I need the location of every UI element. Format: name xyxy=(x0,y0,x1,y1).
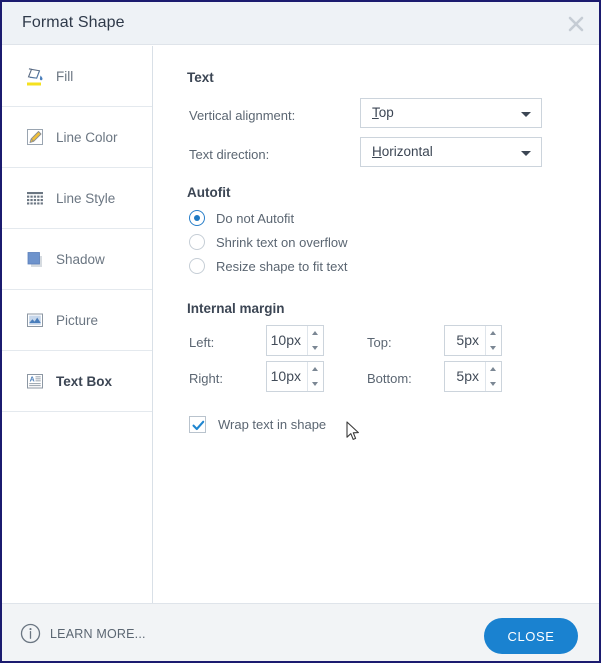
stepper-buttons xyxy=(485,362,501,391)
checkbox-indicator xyxy=(189,416,206,433)
stepper-up-icon[interactable] xyxy=(308,362,323,377)
svg-text:A: A xyxy=(30,377,35,384)
vertical-alignment-accelerator: T xyxy=(372,105,379,120)
stepper-buttons xyxy=(485,326,501,355)
internal-margin-heading: Internal margin xyxy=(187,301,285,316)
margin-left-label: Left: xyxy=(189,335,215,350)
sidebar-item-text-box[interactable]: A Text Box xyxy=(2,351,152,412)
stepper-buttons xyxy=(307,362,323,391)
learn-more-label: LEARN MORE... xyxy=(50,626,146,641)
sidebar-empty-area xyxy=(2,412,152,612)
close-button[interactable]: CLOSE xyxy=(484,618,578,654)
pencil-icon xyxy=(24,126,46,148)
vertical-alignment-value-rest: op xyxy=(378,105,394,120)
margin-top-stepper[interactable]: 5px xyxy=(444,325,502,356)
text-direction-dropdown[interactable]: Horizontal xyxy=(360,137,542,167)
stepper-up-icon[interactable] xyxy=(486,326,501,341)
margin-left-value[interactable]: 10px xyxy=(267,326,307,355)
margin-bottom-stepper[interactable]: 5px xyxy=(444,361,502,392)
text-direction-label: Text direction: xyxy=(189,147,270,162)
dialog-footer: LEARN MORE... CLOSE xyxy=(2,603,599,661)
margin-top-label: Top: xyxy=(367,335,392,350)
text-box-settings-panel: Text Vertical alignment: Top Text direct… xyxy=(154,46,599,603)
stepper-down-icon[interactable] xyxy=(308,341,323,356)
sidebar-item-label: Picture xyxy=(56,312,99,328)
mouse-cursor-pointer xyxy=(346,421,362,443)
wrap-text-in-shape-checkbox[interactable]: Wrap text in shape xyxy=(189,416,326,433)
sidebar-item-fill[interactable]: Fill xyxy=(2,46,152,107)
sidebar-item-label: Text Box xyxy=(56,373,113,389)
radio-indicator xyxy=(189,258,205,274)
margin-top-value[interactable]: 5px xyxy=(445,326,485,355)
chevron-down-icon xyxy=(521,151,531,156)
stepper-buttons xyxy=(307,326,323,355)
paint-bucket-icon xyxy=(24,65,46,87)
stepper-down-icon[interactable] xyxy=(486,341,501,356)
info-circle-icon xyxy=(20,623,41,644)
stepper-down-icon[interactable] xyxy=(486,377,501,392)
dashed-grid-icon xyxy=(24,187,46,209)
dialog-title: Format Shape xyxy=(22,14,125,31)
vertical-alignment-label: Vertical alignment: xyxy=(189,108,296,123)
sidebar-item-label: Line Style xyxy=(56,190,116,206)
radio-label: Do not Autofit xyxy=(216,210,295,226)
close-x-icon[interactable] xyxy=(565,13,587,35)
margin-bottom-label: Bottom: xyxy=(367,371,412,386)
text-direction-value-rest: orizontal xyxy=(381,144,433,159)
category-sidebar: Fill Line Color Line Style Shadow Pictur… xyxy=(2,46,153,603)
sidebar-item-line-color[interactable]: Line Color xyxy=(2,107,152,168)
text-section-heading: Text xyxy=(187,70,214,85)
text-direction-accelerator: H xyxy=(372,144,382,159)
chevron-down-icon xyxy=(521,112,531,117)
radio-resize-shape-to-fit-text[interactable]: Resize shape to fit text xyxy=(189,258,348,274)
margin-right-label: Right: xyxy=(189,371,223,386)
checkbox-label: Wrap text in shape xyxy=(218,417,327,432)
stepper-down-icon[interactable] xyxy=(308,377,323,392)
radio-shrink-text-on-overflow[interactable]: Shrink text on overflow xyxy=(189,234,348,250)
shadow-square-icon xyxy=(24,248,46,270)
margin-left-stepper[interactable]: 10px xyxy=(266,325,324,356)
margin-right-value[interactable]: 10px xyxy=(267,362,307,391)
picture-frame-icon xyxy=(24,309,46,331)
sidebar-item-picture[interactable]: Picture xyxy=(2,290,152,351)
radio-do-not-autofit[interactable]: Do not Autofit xyxy=(189,210,294,226)
format-shape-dialog: Format Shape Fill Line Color Line Style … xyxy=(0,0,601,663)
autofit-section-heading: Autofit xyxy=(187,185,231,200)
radio-indicator xyxy=(189,234,205,250)
sidebar-item-shadow[interactable]: Shadow xyxy=(2,229,152,290)
sidebar-item-line-style[interactable]: Line Style xyxy=(2,168,152,229)
text-direction-value: Horizontal xyxy=(372,144,433,159)
sidebar-item-label: Line Color xyxy=(56,129,118,145)
vertical-alignment-value: Top xyxy=(372,105,394,120)
margin-bottom-value[interactable]: 5px xyxy=(445,362,485,391)
stepper-up-icon[interactable] xyxy=(308,326,323,341)
dialog-titlebar: Format Shape xyxy=(2,2,599,45)
text-box-icon: A xyxy=(24,370,46,392)
learn-more-link[interactable]: LEARN MORE... xyxy=(20,623,146,644)
sidebar-item-label: Fill xyxy=(56,68,74,84)
margin-right-stepper[interactable]: 10px xyxy=(266,361,324,392)
radio-label: Shrink text on overflow xyxy=(216,234,348,250)
radio-indicator xyxy=(189,210,205,226)
radio-label: Resize shape to fit text xyxy=(216,258,348,274)
check-icon xyxy=(192,420,205,431)
stepper-up-icon[interactable] xyxy=(486,362,501,377)
vertical-alignment-dropdown[interactable]: Top xyxy=(360,98,542,128)
sidebar-item-label: Shadow xyxy=(56,251,105,267)
